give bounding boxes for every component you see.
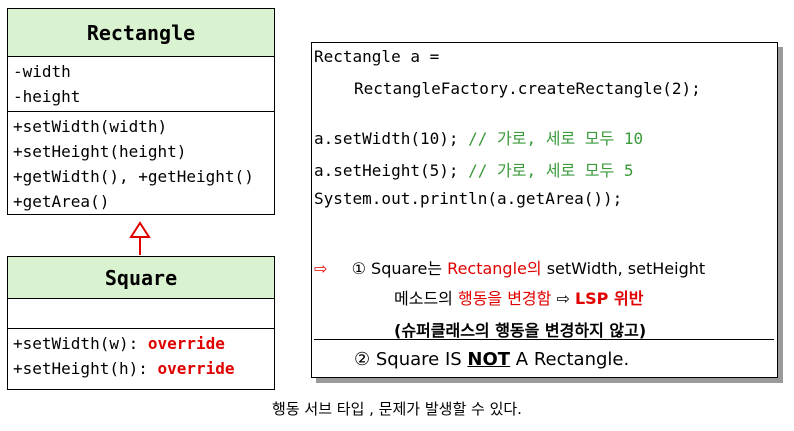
circled-one: ① xyxy=(351,259,366,278)
rectangle-class-box: Rectangle -width -height +setWidth(width… xyxy=(7,8,275,215)
code-statement: a.setWidth(10); xyxy=(314,129,459,148)
not-emphasis: NOT xyxy=(467,349,511,370)
method-getters: +getWidth(), +getHeight() xyxy=(13,167,254,186)
square-attributes xyxy=(8,299,274,329)
method-setwidth-override: +setWidth(w): override xyxy=(13,331,274,356)
code-line-1: Rectangle a = xyxy=(314,47,440,66)
code-comment: // 가로, 세로 모두 10 xyxy=(458,129,644,148)
override-label: override xyxy=(157,359,235,378)
square-class-box: Square +setWidth(w): override +setHeight… xyxy=(7,256,275,390)
note-2: ② Square IS NOT A Rectangle. xyxy=(354,349,630,370)
note-1-line-2: 메소드의 행동을 변경함 ⇨ LSP 위반 xyxy=(394,289,644,308)
code-box: Rectangle a = RectangleFactory.createRec… xyxy=(311,42,778,378)
square-methods: +setWidth(w): override +setHeight(h): ov… xyxy=(8,329,274,383)
code-comment: // 가로, 세로 모두 5 xyxy=(458,161,634,180)
method-getarea: +getArea() xyxy=(13,192,110,211)
note-1-line-1: ⇨ ① Square는 Rectangle의 setWidth, setHeig… xyxy=(314,259,706,278)
code-line-4: a.setHeight(5); // 가로, 세로 모두 5 xyxy=(314,157,634,181)
right-arrow-icon: ⇨ xyxy=(314,259,328,278)
arrow-head xyxy=(129,221,151,238)
method-setwidth: +setWidth(width) xyxy=(13,117,168,136)
square-class-name: Square xyxy=(8,257,274,299)
inheritance-arrow xyxy=(129,221,151,255)
method-setheight: +setHeight(height) xyxy=(13,142,187,161)
method-signature: +setWidth(w): xyxy=(13,334,148,353)
rectangle-class-name: Rectangle xyxy=(8,9,274,57)
rectangle-methods: +setWidth(width) +setHeight(height) +get… xyxy=(8,112,274,216)
code-line-5: System.out.println(a.getArea()); xyxy=(314,189,623,208)
attribute-height: -height xyxy=(13,87,81,106)
attribute-width: -width xyxy=(13,62,71,81)
code-line-2: RectangleFactory.createRectangle(2); xyxy=(354,79,701,98)
rectangle-attributes: -width -height xyxy=(8,57,274,112)
note-1-line-3: (슈퍼클래스의 행동을 변경하지 않고) xyxy=(394,321,647,340)
method-signature: +setHeight(h): xyxy=(13,359,158,378)
method-setheight-override: +setHeight(h): override xyxy=(13,356,274,381)
caption: 행동 서브 타입 , 문제가 발생할 수 있다. xyxy=(272,400,522,418)
code-line-3: a.setWidth(10); // 가로, 세로 모두 10 xyxy=(314,125,643,149)
note-divider xyxy=(314,339,774,340)
circled-two: ② xyxy=(354,349,371,370)
override-label: override xyxy=(147,334,225,353)
code-statement: a.setHeight(5); xyxy=(314,161,459,180)
